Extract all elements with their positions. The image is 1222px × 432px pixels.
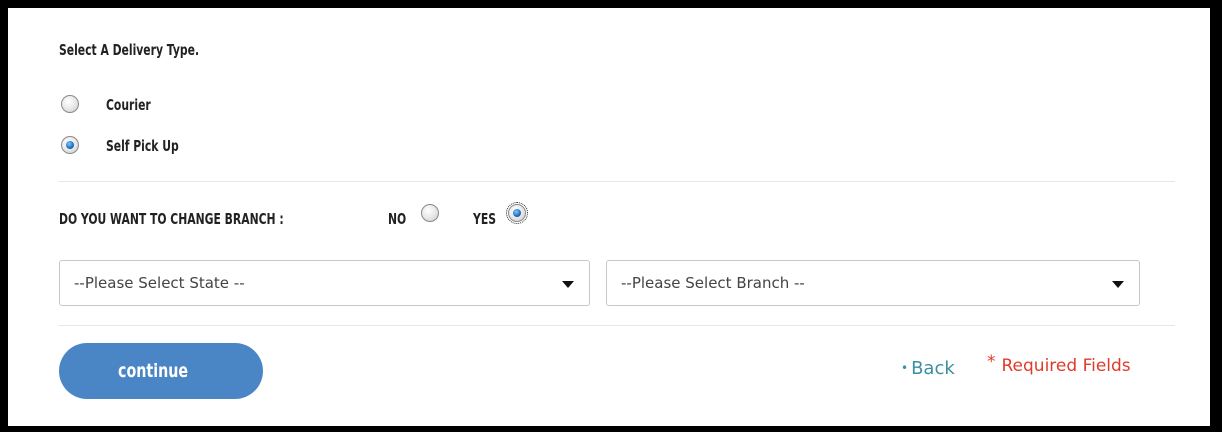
change-branch-question: DO YOU WANT TO CHANGE BRANCH : xyxy=(59,210,284,228)
branch-yes-label: YES xyxy=(473,210,496,228)
required-label: Required Fields xyxy=(1001,356,1131,376)
section-divider xyxy=(59,181,1175,182)
continue-button[interactable]: continue xyxy=(59,343,263,399)
branch-select[interactable]: --Please Select Branch -- xyxy=(606,260,1140,306)
radio-self-pick-up[interactable] xyxy=(61,136,79,154)
delivery-type-heading: Select A Delivery Type. xyxy=(59,41,200,59)
self-pick-up-label: Self Pick Up xyxy=(106,137,179,155)
footer-divider xyxy=(59,325,1175,326)
required-fields-note: * Required Fields xyxy=(987,352,1131,376)
branch-no-label: NO xyxy=(388,210,407,228)
radio-branch-yes[interactable] xyxy=(506,202,528,224)
back-label: Back xyxy=(911,358,955,379)
radio-courier[interactable] xyxy=(61,95,79,113)
courier-label: Courier xyxy=(106,96,151,114)
state-select-value: --Please Select State -- xyxy=(74,274,245,292)
required-star: * xyxy=(987,352,996,372)
bullet-icon: • xyxy=(901,361,909,375)
radio-branch-no[interactable] xyxy=(421,204,439,222)
chevron-down-icon xyxy=(562,281,574,288)
state-select[interactable]: --Please Select State -- xyxy=(59,260,590,306)
continue-label: continue xyxy=(118,360,189,382)
back-link[interactable]: • Back xyxy=(901,358,955,379)
chevron-down-icon xyxy=(1112,281,1124,288)
branch-select-value: --Please Select Branch -- xyxy=(621,274,805,292)
